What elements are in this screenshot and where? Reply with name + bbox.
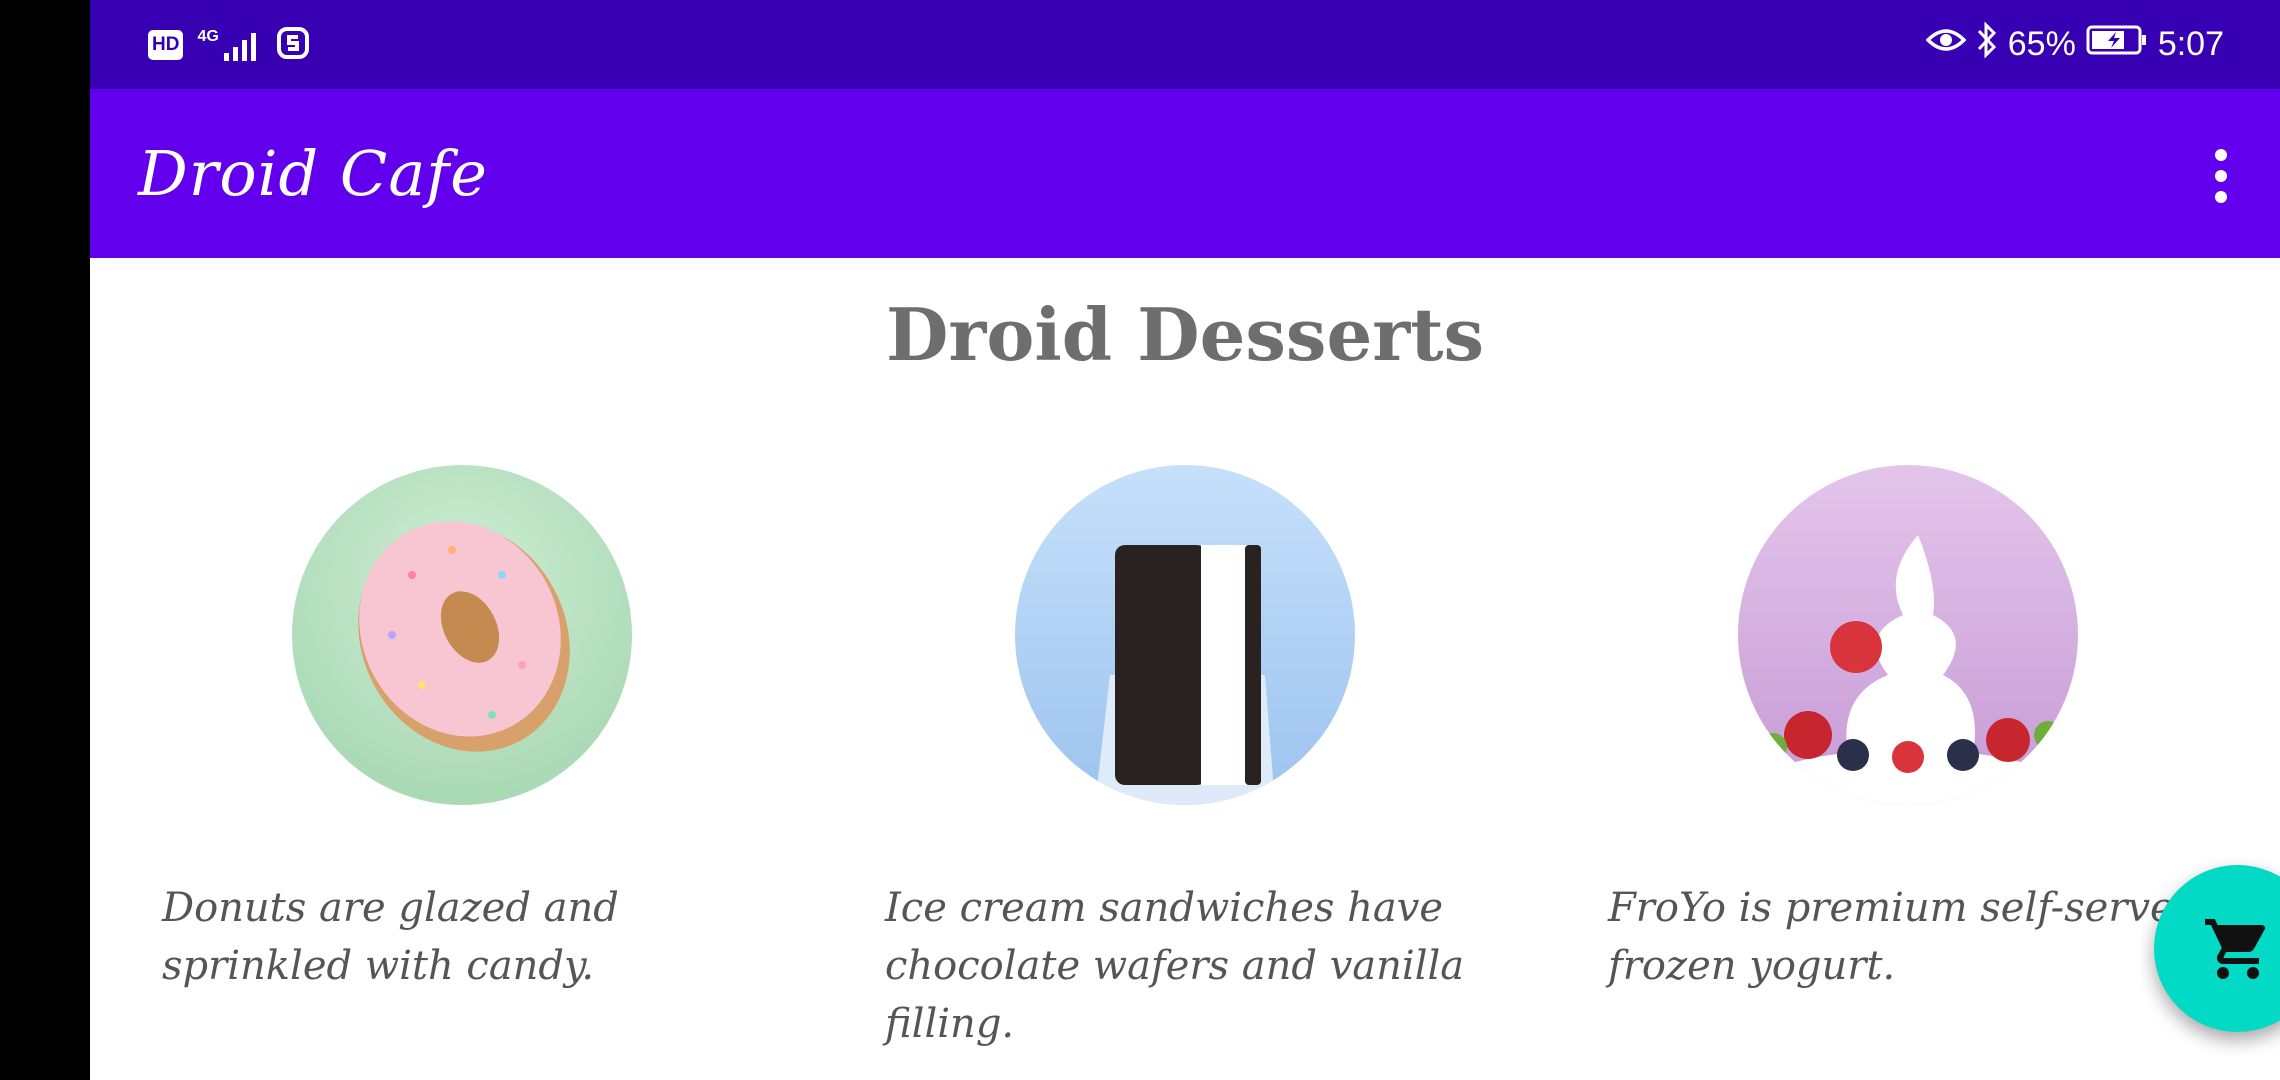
hd-icon: HD	[148, 30, 184, 60]
app-screen: HD 4G 65% 5:07 Droid Cafe Droid Desserts…	[90, 0, 2280, 1080]
battery-icon	[2086, 24, 2148, 65]
bluetooth-icon	[1976, 21, 1998, 67]
shopping-cart-icon	[2204, 918, 2265, 979]
dessert-description: FroYo is premium self-serve frozen yogur…	[1608, 885, 2174, 989]
clock-time: 5:07	[2157, 25, 2224, 63]
froyo-image[interactable]	[1738, 465, 2078, 805]
battery-percent: 65%	[2007, 25, 2076, 63]
status-bar: HD 4G 65% 5:07	[90, 0, 2280, 89]
ice-cream-sandwich-image[interactable]	[1015, 465, 1355, 805]
dessert-description: Donuts are glazed and sprinkled with can…	[162, 885, 619, 989]
overflow-menu-icon[interactable]	[2210, 149, 2232, 203]
status-right-icons: 65% 5:07	[1925, 21, 2224, 67]
dessert-card-froyo: FroYo is premium self-serve frozen yogur…	[1608, 465, 2228, 995]
dessert-card-ice-cream-sandwich: Ice cream sandwiches have chocolate wafe…	[885, 465, 1505, 1053]
dessert-card-donut: Donuts are glazed and sprinkled with can…	[162, 465, 782, 995]
app-title: Droid Cafe	[138, 137, 488, 210]
eye-icon	[1925, 25, 1967, 64]
signal-4g-icon: 4G	[197, 29, 261, 61]
app-bar: Droid Cafe	[90, 89, 2280, 258]
page-heading: Droid Desserts	[885, 292, 1484, 377]
dessert-description: Ice cream sandwiches have chocolate wafe…	[885, 885, 1465, 1047]
sync-icon	[276, 26, 310, 64]
donut-image[interactable]	[292, 465, 632, 805]
status-left-icons: HD 4G	[148, 26, 310, 64]
